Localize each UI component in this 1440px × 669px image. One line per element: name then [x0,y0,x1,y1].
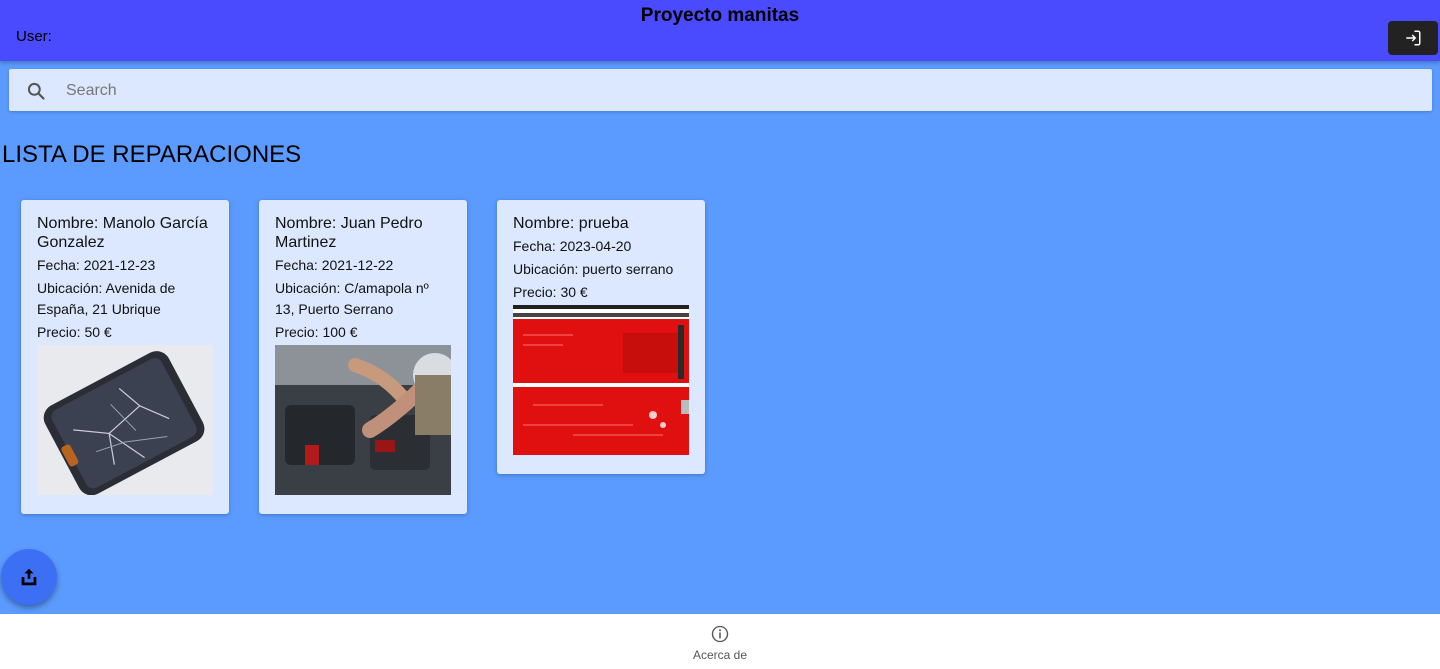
bottom-tab-bar: Acerca de [0,614,1440,669]
app-root: Proyecto manitas User: LISTA DE REPARACI… [0,0,1440,669]
share-icon [21,568,37,586]
user-label: User: [16,28,52,45]
tab-about[interactable]: Acerca de [670,614,770,669]
card-date: Fecha: 2023-04-20 [513,238,632,254]
card-name: Nombre: Juan Pedro Martinez [275,215,423,251]
circuit-board-image [513,305,689,455]
search-icon [27,82,45,100]
login-icon [1406,30,1421,46]
card-name: Nombre: prueba [513,215,629,232]
login-button[interactable] [1388,21,1438,55]
cracked-phone-image [37,345,213,495]
repair-card[interactable]: Nombre: prueba Fecha: 2023-04-20 Ubicaci… [497,200,705,474]
card-location: Ubicación: puerto serrano [513,261,674,277]
card-location: Ubicación: C/amapola nº 13, Puerto Serra… [275,280,429,317]
card-location: Ubicación: Avenida de España, 21 Ubrique [37,280,176,317]
card-price: Precio: 30 € [513,284,588,300]
card-price: Precio: 50 € [37,324,112,340]
card-date: Fecha: 2021-12-22 [275,257,394,273]
tab-about-label: Acerca de [692,648,748,662]
search-input[interactable] [64,75,1408,107]
section-title: LISTA DE REPARACIONES [2,141,302,168]
card-date: Fecha: 2021-12-23 [37,257,156,273]
card-price: Precio: 100 € [275,324,358,340]
search-bar [9,69,1432,111]
repair-card[interactable]: Nombre: Juan Pedro Martinez Fecha: 2021-… [259,200,467,514]
top-toolbar: Proyecto manitas User: [0,0,1440,61]
app-title: Proyecto manitas [640,5,800,26]
card-name: Nombre: Manolo García Gonzalez [37,215,208,251]
share-fab-button[interactable] [1,549,57,605]
info-icon [711,625,729,643]
car-engine-image [275,345,451,495]
repair-card[interactable]: Nombre: Manolo García Gonzalez Fecha: 20… [21,200,229,514]
